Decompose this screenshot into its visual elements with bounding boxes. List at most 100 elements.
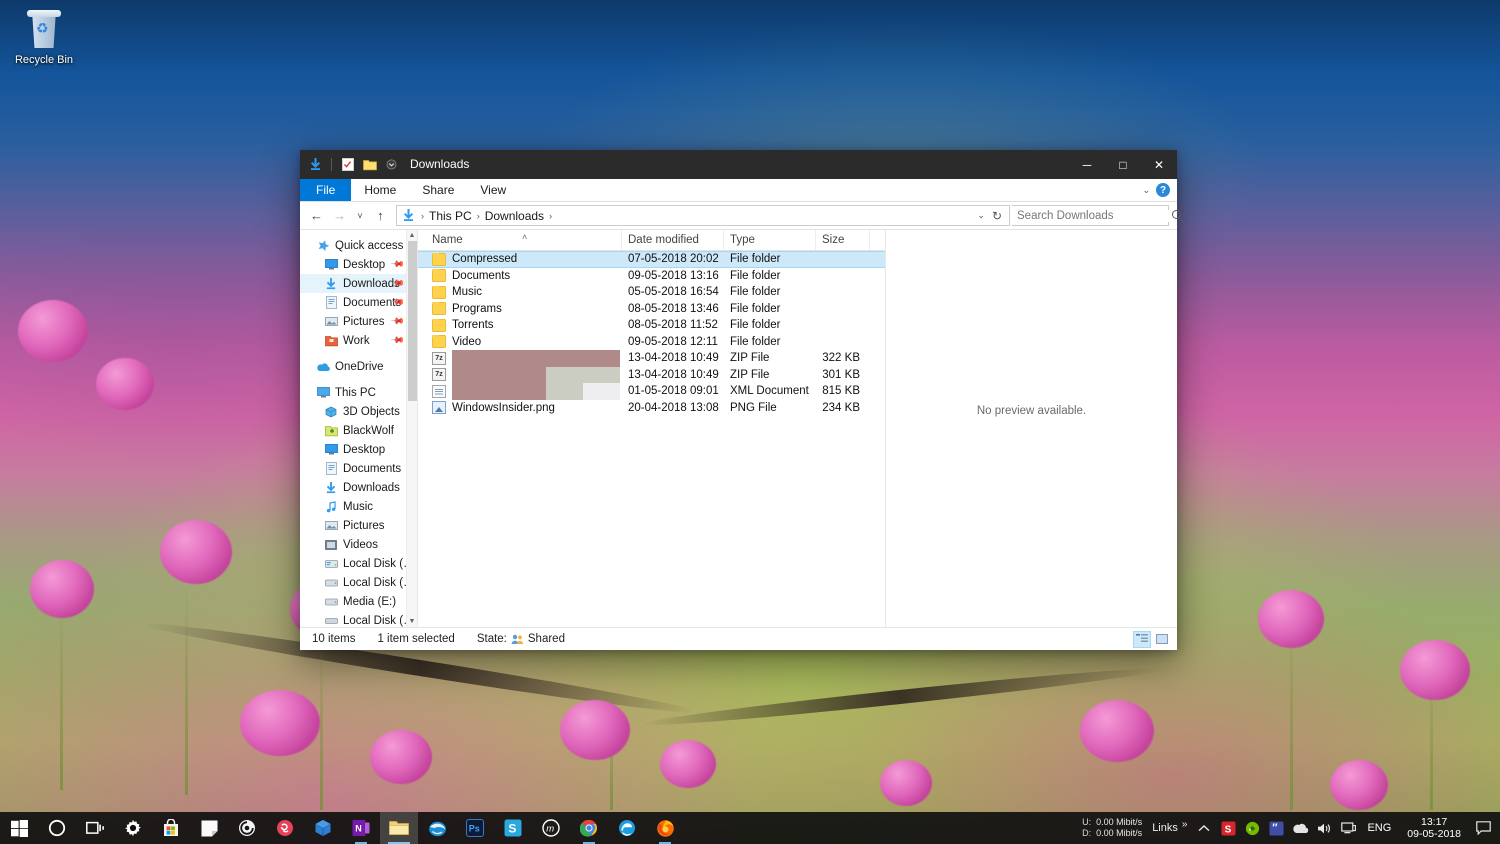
cortana-button[interactable]	[38, 812, 76, 844]
taskbar-buttons[interactable]: N Ps S m	[0, 812, 684, 844]
desktop-icon-recycle-bin[interactable]: ♻ Recycle Bin	[6, 8, 82, 67]
cell-name[interactable]: WindowsInsider.png	[426, 401, 622, 415]
ribbon-tabbar[interactable]: File Home Share View ⌄ ?	[300, 179, 1177, 202]
search-icon[interactable]	[1171, 209, 1184, 222]
sidebar-item-videos[interactable]: Videos	[300, 535, 417, 554]
column-header-type[interactable]: Type	[724, 230, 816, 250]
show-hidden-icons-button[interactable]	[1192, 812, 1216, 844]
navigation-pane[interactable]: Quick access Desktop 📌 Downloads 📌 Docum…	[300, 230, 418, 627]
network-tray-icon[interactable]	[1336, 812, 1360, 844]
sidebar-item-music[interactable]: Music	[300, 497, 417, 516]
sticky-notes-button[interactable]	[190, 812, 228, 844]
network-speed-indicator[interactable]: U: D: 0.00 Mibit/s 0.00 Mibit/s	[1076, 817, 1148, 839]
large-icons-view-button[interactable]	[1153, 631, 1171, 648]
file-list-view[interactable]: Name ˄ Date modified Type Size Compresse…	[418, 230, 885, 627]
search-box[interactable]	[1012, 205, 1181, 226]
sidebar-item-3d-objects[interactable]: 3D Objects	[300, 402, 417, 421]
photoshop-button[interactable]: Ps	[456, 812, 494, 844]
action-center-button[interactable]	[1470, 812, 1496, 844]
quick-access-toolbar[interactable]	[300, 150, 400, 179]
table-row[interactable]: Compressed 07-05-2018 20:02 File folder	[418, 251, 885, 268]
file-rows[interactable]: Compressed 07-05-2018 20:02 File folder …	[418, 251, 885, 627]
sidebar-item-media-e[interactable]: Media (E:)	[300, 592, 417, 611]
breadcrumb-this-pc[interactable]: This PC	[427, 209, 474, 223]
tab-home[interactable]: Home	[351, 179, 409, 201]
column-headers[interactable]: Name ˄ Date modified Type Size	[418, 230, 885, 251]
sidebar-item-desktop[interactable]: Desktop	[300, 440, 417, 459]
cell-name[interactable]: Programs	[426, 302, 622, 316]
bittorrent-tray-icon[interactable]: ″	[1264, 812, 1288, 844]
maximize-button[interactable]: □	[1105, 150, 1141, 179]
sidebar-item-downloads[interactable]: Downloads	[300, 478, 417, 497]
snagit-button[interactable]: S	[494, 812, 532, 844]
folder-icon[interactable]	[361, 156, 378, 173]
sidebar-item-local-disk-f[interactable]: Local Disk (F:)	[300, 611, 417, 627]
cell-name[interactable]: Video	[426, 335, 622, 349]
start-button[interactable]	[0, 812, 38, 844]
sidebar-item-local-disk-c[interactable]: Local Disk (C:)	[300, 554, 417, 573]
groove-music-button[interactable]	[228, 812, 266, 844]
settings-button[interactable]	[114, 812, 152, 844]
window-titlebar[interactable]: Downloads ─ □ ✕	[300, 150, 1177, 179]
minimize-button[interactable]: ─	[1069, 150, 1105, 179]
sidebar-item-work[interactable]: Work 📌	[300, 331, 417, 350]
search-input[interactable]	[1017, 209, 1171, 222]
tab-file[interactable]: File	[300, 179, 352, 201]
tab-view[interactable]: View	[467, 179, 519, 201]
sidebar-item-documents-qa[interactable]: Documents 📌	[300, 293, 417, 312]
scrollbar-thumb[interactable]	[408, 241, 417, 401]
view-mode-buttons[interactable]	[1133, 630, 1171, 648]
system-tray[interactable]: U: D: 0.00 Mibit/s 0.00 Mibit/s Links » …	[1076, 812, 1500, 844]
volume-tray-icon[interactable]	[1312, 812, 1336, 844]
up-button[interactable]: ↑	[370, 205, 391, 226]
sidebar-item-pictures-qa[interactable]: Pictures 📌	[300, 312, 417, 331]
sidebar-item-blackwolf[interactable]: BlackWolf	[300, 421, 417, 440]
table-row[interactable]: 01-05-2018 09:01 XML Document 815 KB	[418, 383, 885, 400]
nvidia-tray-icon[interactable]	[1240, 812, 1264, 844]
cell-name[interactable]	[426, 383, 622, 400]
forward-button[interactable]: →	[329, 205, 350, 226]
sidebar-item-this-pc[interactable]: This PC	[300, 383, 417, 402]
column-header-date-modified[interactable]: Date modified	[622, 230, 724, 250]
file-explorer-button[interactable]	[380, 812, 418, 844]
tab-share[interactable]: Share	[409, 179, 467, 201]
download-arrow-icon[interactable]	[307, 156, 324, 173]
snagit-tray-icon[interactable]: S	[1216, 812, 1240, 844]
table-row[interactable]: 7z 13-04-2018 10:49 ZIP File 322 KB	[418, 350, 885, 367]
details-view-button[interactable]	[1133, 630, 1151, 648]
table-row[interactable]: Video 09-05-2018 12:11 File folder	[418, 334, 885, 351]
sidebar-item-desktop-qa[interactable]: Desktop 📌	[300, 255, 417, 274]
table-row[interactable]: Documents 09-05-2018 13:16 File folder	[418, 268, 885, 285]
links-overflow-icon[interactable]: »	[1182, 819, 1193, 837]
nav-group-quick-access[interactable]: Quick access	[300, 236, 417, 255]
onenote-button[interactable]: N	[342, 812, 380, 844]
address-bar[interactable]: ← → ˅ ↑ › This PC › Downloads › ⌄ ↻	[300, 202, 1181, 229]
clock[interactable]: 13:17 09-05-2018	[1398, 816, 1470, 840]
table-row[interactable]: 7z 13-04-2018 10:49 ZIP File 301 KB	[418, 366, 885, 383]
thunderbird-button[interactable]	[418, 812, 456, 844]
taskbar[interactable]: N Ps S m U: D: 0.00 Mibit/s 0.00 Mibit/s…	[0, 812, 1500, 844]
file-explorer-window[interactable]: Downloads ─ □ ✕ File Home Share View ⌄ ?…	[300, 150, 1181, 650]
sidebar-item-pictures[interactable]: Pictures	[300, 516, 417, 535]
mailbird-button[interactable]: m	[532, 812, 570, 844]
window-controls[interactable]: ─ □ ✕	[1069, 150, 1177, 179]
table-row[interactable]: Programs 08-05-2018 13:46 File folder	[418, 301, 885, 318]
resilio-sync-button[interactable]	[266, 812, 304, 844]
sidebar-item-onedrive[interactable]: OneDrive	[300, 357, 417, 376]
onedrive-tray-icon[interactable]	[1288, 812, 1312, 844]
language-indicator[interactable]: ENG	[1360, 822, 1398, 834]
navigation-scrollbar[interactable]: ▲ ▼	[406, 230, 417, 627]
close-button[interactable]: ✕	[1141, 150, 1177, 179]
chevron-down-icon[interactable]: ⌄	[1142, 185, 1150, 196]
sidebar-item-downloads-qa[interactable]: Downloads 📌	[300, 274, 417, 293]
sidebar-item-local-disk-d[interactable]: Local Disk (D:)	[300, 573, 417, 592]
3d-viewer-button[interactable]	[304, 812, 342, 844]
recent-locations-button[interactable]: ˅	[352, 205, 368, 226]
breadcrumb-bar[interactable]: › This PC › Downloads › ⌄ ↻	[396, 205, 1010, 226]
sidebar-item-documents[interactable]: Documents	[300, 459, 417, 478]
breadcrumb-downloads[interactable]: Downloads	[483, 209, 546, 223]
cell-name[interactable]: Music	[426, 285, 622, 299]
task-view-button[interactable]	[76, 812, 114, 844]
microsoft-store-button[interactable]	[152, 812, 190, 844]
scroll-up-arrow[interactable]: ▲	[407, 230, 417, 241]
